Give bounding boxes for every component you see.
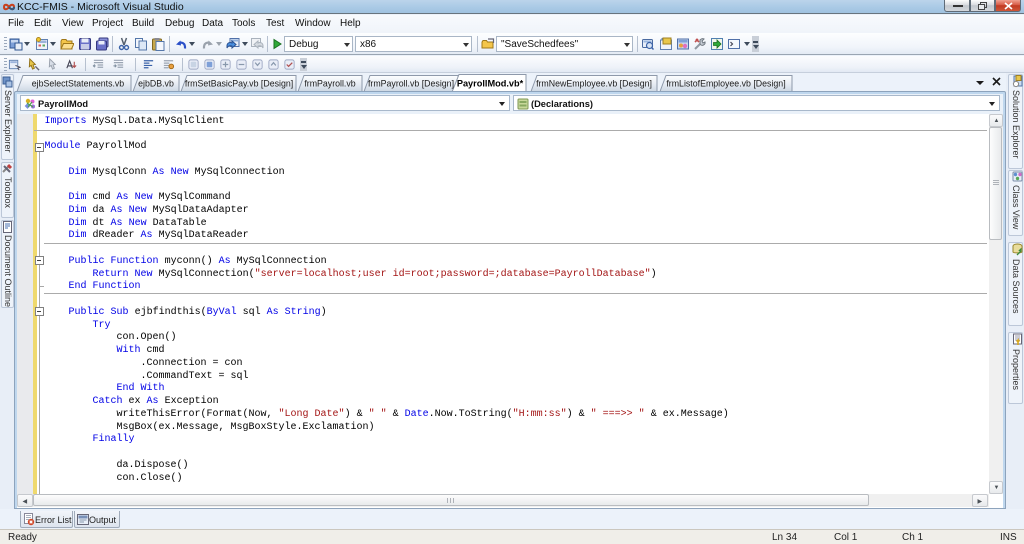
- svg-text:frmPayroll.vb [Design]: frmPayroll.vb [Design]: [368, 78, 454, 88]
- svg-text:ejbDB.vb: ejbDB.vb: [138, 78, 174, 88]
- svg-text:frmNewEmployee.vb [Design]: frmNewEmployee.vb [Design]: [536, 78, 652, 88]
- svg-text:frmPayroll.vb: frmPayroll.vb: [304, 78, 355, 88]
- svg-text:frmListofEmployee.vb [Design]: frmListofEmployee.vb [Design]: [666, 78, 785, 88]
- svg-text:ejbSelectStatements.vb: ejbSelectStatements.vb: [32, 78, 125, 88]
- svg-text:frmSetBasicPay.vb [Design]: frmSetBasicPay.vb [Design]: [185, 78, 293, 88]
- svg-text:PayrollMod.vb*: PayrollMod.vb*: [457, 78, 524, 88]
